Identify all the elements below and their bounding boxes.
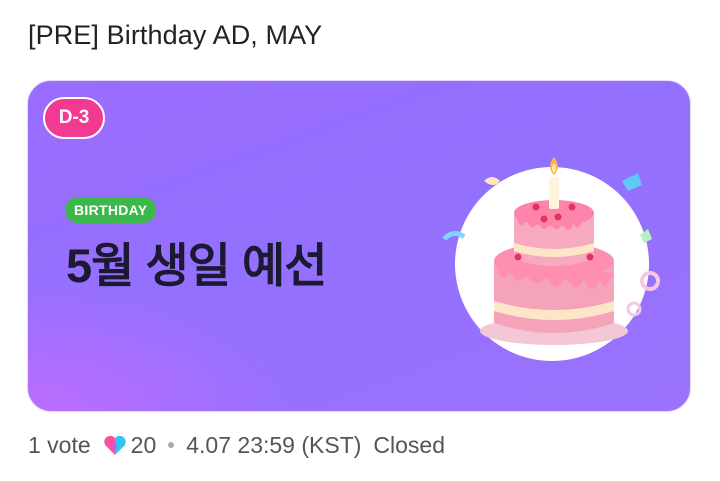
vote-meta-row: 1 vote 20 4.07 23:59 (KST) Closed bbox=[28, 430, 445, 460]
candle bbox=[549, 177, 559, 209]
cherry bbox=[568, 203, 576, 211]
vote-card[interactable]: [PRE] Birthday AD, MAY D-3 BIRTHDAY 5월 생… bbox=[0, 0, 720, 481]
separator-dot bbox=[168, 442, 175, 448]
cherry bbox=[532, 203, 540, 211]
cherry bbox=[554, 213, 562, 221]
cherry bbox=[540, 215, 548, 223]
vote-count: 1 vote bbox=[28, 431, 91, 458]
cherry bbox=[514, 253, 522, 261]
banner-headline: 5월 생일 예선 bbox=[66, 239, 327, 292]
post-title[interactable]: [PRE] Birthday AD, MAY bbox=[28, 20, 322, 51]
event-banner[interactable]: D-3 BIRTHDAY 5월 생일 예선 bbox=[27, 80, 691, 412]
category-pill: BIRTHDAY bbox=[65, 197, 157, 223]
status-text: Closed bbox=[373, 431, 446, 458]
birthday-cake-icon bbox=[442, 157, 660, 361]
like-count: 20 bbox=[130, 431, 157, 458]
deadline-text: 4.07 23:59 (KST) bbox=[186, 431, 362, 458]
heart-icon bbox=[103, 435, 126, 455]
cherry bbox=[586, 253, 594, 261]
dday-badge: D-3 bbox=[43, 97, 105, 139]
confetti-piece bbox=[622, 173, 642, 191]
